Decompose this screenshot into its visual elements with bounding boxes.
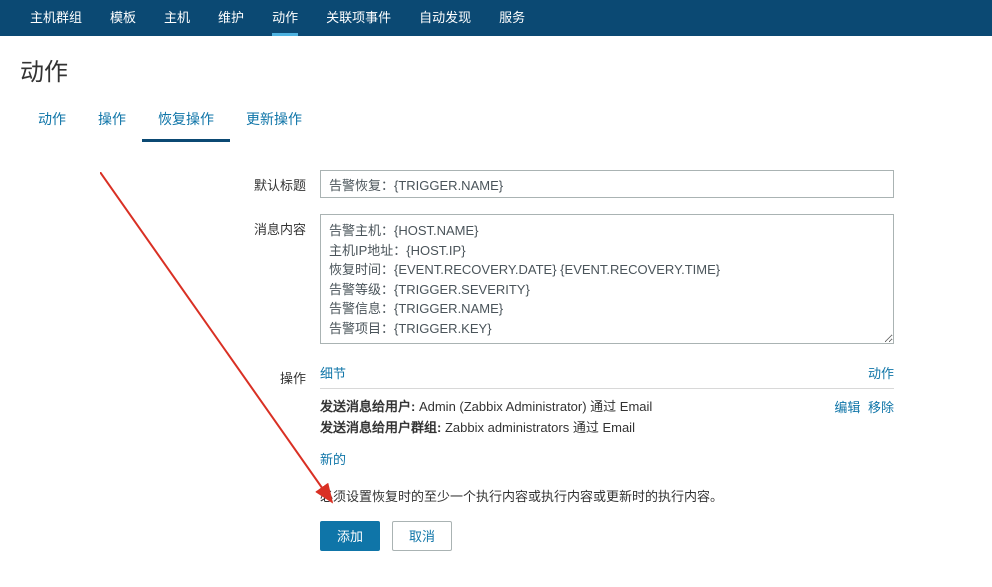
add-button[interactable]: 添加 bbox=[320, 521, 380, 551]
form-area: 默认标题 消息内容 操作 细节 动作 发送消息给用户: Admin (Zabbi… bbox=[0, 142, 992, 587]
nav-discovery[interactable]: 自动发现 bbox=[405, 0, 485, 36]
nav-services[interactable]: 服务 bbox=[485, 0, 539, 36]
ops-header-action: 动作 bbox=[868, 363, 894, 382]
default-subject-input[interactable] bbox=[320, 170, 894, 198]
nav-correlation[interactable]: 关联项事件 bbox=[312, 0, 405, 36]
ops-line1-content: Admin (Zabbix Administrator) 通过 Email bbox=[415, 399, 652, 414]
sub-tabs: 动作 操作 恢复操作 更新操作 bbox=[0, 99, 992, 142]
footnote-text: 必须设置恢复时的至少一个执行内容或执行内容或更新时的执行内容。 bbox=[320, 486, 894, 505]
page-title: 动作 bbox=[0, 36, 992, 99]
nav-maintenance[interactable]: 维护 bbox=[204, 0, 258, 36]
nav-hosts[interactable]: 主机 bbox=[150, 0, 204, 36]
nav-hostgroups[interactable]: 主机群组 bbox=[16, 0, 96, 36]
tab-recovery-operations[interactable]: 恢复操作 bbox=[142, 99, 230, 142]
tab-action[interactable]: 动作 bbox=[22, 99, 82, 142]
message-content-label: 消息内容 bbox=[22, 214, 320, 238]
ops-header-detail: 细节 bbox=[320, 363, 346, 382]
operations-block: 细节 动作 发送消息给用户: Admin (Zabbix Administrat… bbox=[320, 363, 894, 468]
ops-line2-content: Zabbix administrators 通过 Email bbox=[441, 420, 635, 435]
new-link[interactable]: 新的 bbox=[320, 449, 894, 468]
ops-line-2: 发送消息给用户群组: Zabbix administrators 通过 Emai… bbox=[320, 418, 652, 439]
nav-actions[interactable]: 动作 bbox=[258, 0, 312, 36]
message-content-textarea[interactable] bbox=[320, 214, 894, 344]
default-subject-label: 默认标题 bbox=[22, 170, 320, 194]
ops-line2-prefix: 发送消息给用户群组: bbox=[320, 420, 441, 435]
cancel-button[interactable]: 取消 bbox=[392, 521, 452, 551]
edit-link[interactable]: 编辑 bbox=[834, 400, 860, 415]
tab-update-operations[interactable]: 更新操作 bbox=[230, 99, 318, 142]
operations-label: 操作 bbox=[22, 363, 320, 387]
ops-line-1: 发送消息给用户: Admin (Zabbix Administrator) 通过… bbox=[320, 397, 652, 418]
ops-line1-prefix: 发送消息给用户: bbox=[320, 399, 415, 414]
tab-operations[interactable]: 操作 bbox=[82, 99, 142, 142]
nav-templates[interactable]: 模板 bbox=[96, 0, 150, 36]
top-navigation: 主机群组 模板 主机 维护 动作 关联项事件 自动发现 服务 bbox=[0, 0, 992, 36]
remove-link[interactable]: 移除 bbox=[868, 400, 894, 415]
